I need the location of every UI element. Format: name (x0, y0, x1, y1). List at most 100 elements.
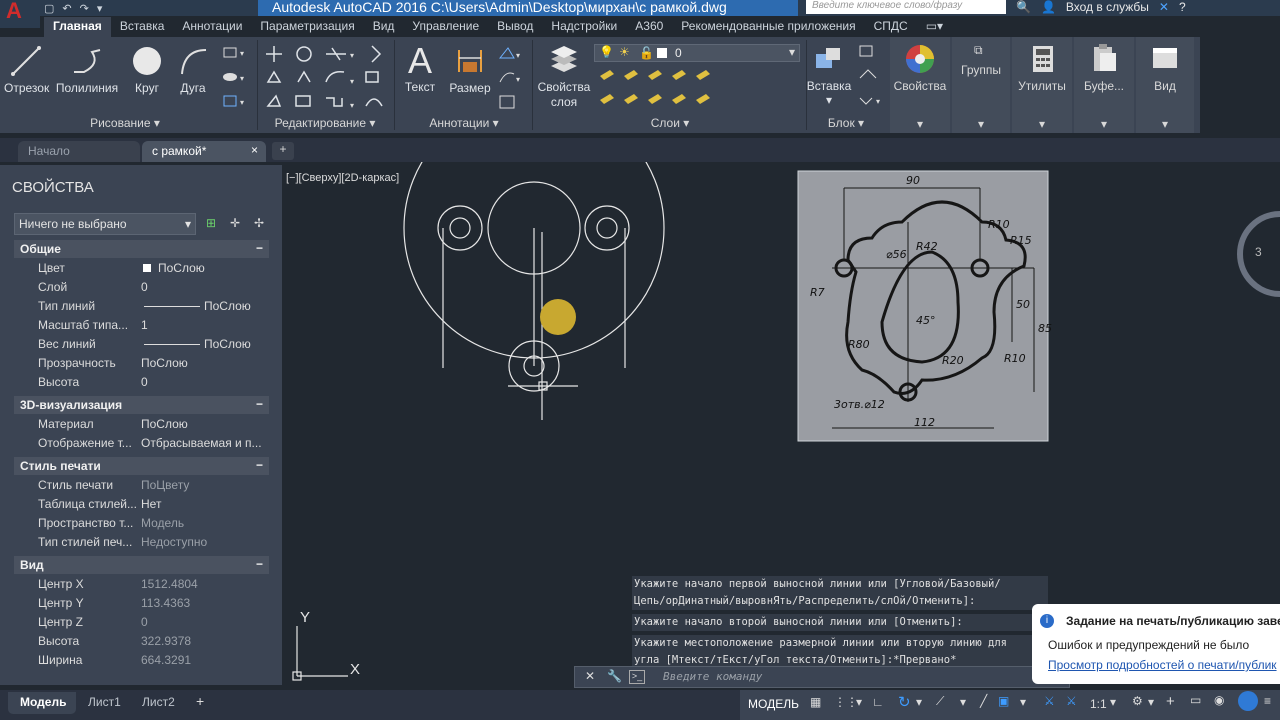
prop-row[interactable]: Центр X 1512.4804 (14, 575, 269, 594)
polar-tracking-icon[interactable]: ↻ (898, 693, 911, 711)
layers-panel-footer[interactable]: Слои ▾ (536, 116, 804, 134)
clean-screen-icon[interactable] (1238, 691, 1258, 711)
tab-view[interactable]: Вид (364, 17, 404, 37)
wrench-icon[interactable]: 🔧 (607, 669, 622, 683)
tab-addins[interactable]: Надстройки (542, 17, 626, 37)
command-input[interactable]: Введите команду (663, 670, 762, 683)
prop-row[interactable]: Центр Y 113.4363 (14, 594, 269, 613)
utilities-panel-button[interactable]: Утилиты ▾ (1012, 37, 1072, 133)
prop-row[interactable]: Прозрачность ПоСлою (14, 354, 269, 373)
annotation-visibility-icon[interactable]: ⚔ (1066, 694, 1077, 708)
notification-details-link[interactable]: Просмотр подробностей о печати/публик (1048, 658, 1277, 672)
tab-model[interactable]: Модель (8, 692, 76, 714)
tab-start[interactable]: Начало (18, 141, 140, 162)
tab-parametric[interactable]: Параметризация (251, 17, 363, 37)
layer-tools-icon[interactable] (596, 66, 714, 112)
toggle-pickadd-icon[interactable]: ⊞ (206, 216, 216, 230)
prop-row[interactable]: Отображение т... Отбрасываемая и п... (14, 434, 269, 453)
arc-button[interactable]: Дуга (174, 44, 212, 95)
prop-row[interactable]: Таблица стилей... Нет (14, 495, 269, 514)
tab-options-icon[interactable]: ▭▾ (917, 17, 952, 37)
annotation-scale[interactable]: 1:1 (1090, 697, 1107, 711)
prop-row[interactable]: Тип стилей печ... Недоступно (14, 533, 269, 552)
add-layout-plus-icon[interactable]: + (196, 693, 204, 709)
dropdown-icon[interactable]: ▾ (97, 2, 103, 15)
redo-icon[interactable]: ↷ (80, 2, 89, 15)
tab-drawing[interactable]: с рамкой* × (142, 141, 266, 162)
section-plot-style[interactable]: Стиль печати − (14, 457, 269, 475)
close-icon[interactable]: × (251, 143, 258, 157)
section-3d-visualization[interactable]: 3D-визуализация − (14, 396, 269, 414)
prop-row[interactable]: Пространство т... Модель (14, 514, 269, 533)
clipboard-panel-button[interactable]: Буфе... ▾ (1074, 37, 1134, 133)
prop-row[interactable]: Высота 322.9378 (14, 632, 269, 651)
polyline-button[interactable]: Полилиния (54, 44, 120, 95)
prop-row[interactable]: Слой 0 (14, 278, 269, 297)
open-icon[interactable]: ▢ (44, 2, 54, 15)
undo-icon[interactable]: ↶ (62, 2, 71, 15)
chevron-down-icon[interactable]: ▾ (1148, 695, 1154, 709)
tab-spds[interactable]: СПДС (865, 17, 917, 37)
draw-panel-footer[interactable]: Рисование ▾ (0, 116, 250, 134)
prop-row[interactable]: Стиль печати ПоЦвету (14, 476, 269, 495)
chevron-down-icon[interactable]: ▾ (1110, 695, 1116, 709)
properties-panel-button[interactable]: Свойства ▾ (890, 37, 950, 133)
chevron-down-icon[interactable]: ▾ (856, 695, 862, 709)
prop-row[interactable]: Вес линий ПоСлою (14, 335, 269, 354)
search-icon[interactable]: 🔍 (1016, 0, 1031, 14)
new-tab-plus-icon[interactable]: + (272, 142, 294, 160)
plus-icon[interactable]: + (1166, 693, 1175, 710)
ortho-icon[interactable]: ∟ (872, 695, 884, 709)
model-space-toggle[interactable]: МОДЕЛЬ (748, 697, 799, 711)
gear-icon[interactable]: ⚙ (1132, 694, 1143, 708)
line-button[interactable]: Отрезок (4, 44, 49, 95)
isolate-icon[interactable]: ▭ (1190, 693, 1201, 707)
draw-small-tools-icon[interactable]: ▾ ▾ ▾ (220, 44, 250, 110)
chevron-down-icon[interactable]: ▾ (916, 695, 922, 709)
object-snap-icon[interactable]: ▣ (998, 694, 1009, 708)
block-panel-footer[interactable]: Блок ▾ (806, 116, 886, 134)
layer-dropdown[interactable]: 💡 ☀ 🔓 0 ▾ (594, 44, 800, 62)
search-input[interactable]: Введите ключевое слово/фразу (806, 0, 1006, 14)
section-view[interactable]: Вид − (14, 556, 269, 574)
app-menu-button[interactable]: A (0, 0, 40, 28)
dimension-button[interactable]: Размер (446, 44, 494, 95)
groups-panel-button[interactable]: ⧉ Группы ▾ (952, 37, 1010, 133)
layer-properties-button[interactable]: Свойства слоя (536, 44, 592, 110)
chevron-down-icon[interactable]: ▾ (960, 695, 966, 709)
annotation-small-tools-icon[interactable]: ▾▾ (496, 44, 526, 110)
tab-a360[interactable]: A360 (626, 17, 672, 37)
tab-insert[interactable]: Вставка (111, 17, 174, 37)
selection-dropdown[interactable]: Ничего не выбрано ▾ (14, 213, 196, 235)
tab-output[interactable]: Вывод (488, 17, 542, 37)
prop-row[interactable]: Цвет ПоСлою (14, 259, 269, 278)
prop-row[interactable]: Тип линий ПоСлою (14, 297, 269, 316)
prop-row[interactable]: Центр Z0 (14, 613, 269, 632)
prop-row[interactable]: Материал ПоСлою (14, 415, 269, 434)
prop-row[interactable]: Масштаб типа... 1 (14, 316, 269, 335)
annotation-panel-footer[interactable]: Аннотации ▾ (396, 116, 532, 134)
text-button[interactable]: A Текст (400, 42, 440, 95)
customize-icon[interactable]: ≡ (1264, 694, 1271, 708)
user-icon[interactable]: 👤 (1041, 0, 1056, 14)
hardware-acceleration-icon[interactable]: ◉ (1214, 693, 1224, 707)
exchange-icon[interactable]: ✕ (1159, 0, 1169, 14)
snap-icon[interactable]: ⋮⋮ (834, 695, 858, 709)
modify-tools-icon[interactable]: ▾ ▾ ▾ (262, 42, 390, 112)
circle-button[interactable]: Круг (128, 44, 166, 95)
tab-home[interactable]: Главная (44, 17, 111, 37)
help-icon[interactable]: ? (1179, 0, 1186, 14)
grid-icon[interactable]: ▦ (810, 695, 821, 709)
signin-link[interactable]: Вход в службы (1066, 0, 1149, 14)
chevron-down-icon[interactable]: ▾ (1020, 695, 1026, 709)
viewport-controls[interactable]: [−][Сверху][2D-каркас] (286, 172, 399, 184)
view-panel-button[interactable]: Вид ▾ (1136, 37, 1194, 133)
select-objects-icon[interactable]: ✛ (230, 216, 240, 230)
tab-annotate[interactable]: Аннотации (173, 17, 251, 37)
isodraft-icon[interactable]: ⟋ (936, 694, 944, 709)
section-general[interactable]: Общие − (14, 240, 269, 258)
tab-featured-apps[interactable]: Рекомендованные приложения (672, 17, 864, 37)
modify-panel-footer[interactable]: Редактирование ▾ (258, 116, 392, 134)
annotation-scale-icon[interactable]: ⚔ (1044, 694, 1055, 708)
tab-layout1[interactable]: Лист1 (80, 695, 129, 709)
